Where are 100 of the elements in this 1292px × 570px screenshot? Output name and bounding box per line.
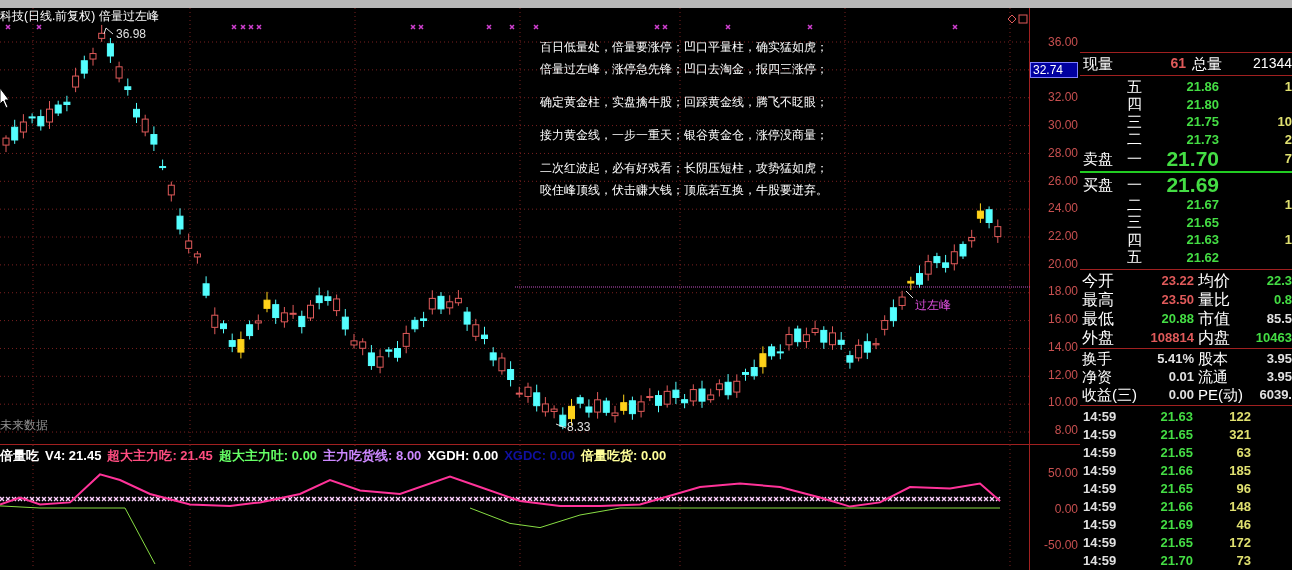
stat-label: 流通	[1198, 368, 1228, 386]
tick-time: 14:59	[1083, 444, 1118, 463]
indicator-legend: 超大主力吃: 21.45	[107, 448, 213, 463]
stat-value: 22.3	[1266, 271, 1292, 290]
tick-volume: 63	[1235, 444, 1251, 463]
indicator-legend: XGDC: 0.00	[504, 448, 575, 463]
tick-price: 21.70	[1159, 552, 1193, 570]
stat-value: 5.41%	[1156, 350, 1194, 369]
order-price: 21.73	[1185, 130, 1219, 149]
stat-label: 均价	[1198, 271, 1230, 290]
tick-time: 14:59	[1083, 426, 1118, 445]
stat-value: 20.88	[1160, 309, 1194, 328]
indicator-legend: 倍量吃货: 0.00	[581, 448, 667, 463]
stat-label: 收益(三)	[1082, 386, 1138, 404]
high-price-label: 36.98	[116, 27, 147, 41]
order-price: 21.80	[1185, 95, 1219, 114]
tick-volume: 46	[1235, 516, 1251, 535]
indicator-axis-label: -50.00	[1043, 538, 1078, 552]
stat-value: 23.50	[1160, 290, 1194, 309]
order-level: 二	[1127, 131, 1143, 148]
price-axis-label: 32.00	[1047, 90, 1078, 105]
total-volume-value: 21344	[1253, 54, 1292, 74]
total-volume-label: 总量	[1192, 53, 1222, 74]
price-axis-label: 14.00	[1047, 339, 1078, 354]
order-price: 21.70	[1165, 148, 1219, 170]
verse-line: 接力黄金线，一步一重天；银谷黄金仓，涨停没商量；	[540, 128, 828, 142]
tick-price: 21.65	[1159, 426, 1193, 445]
tick-price: 21.69	[1159, 516, 1193, 535]
order-volume: 7	[1284, 150, 1292, 169]
stat-value: 3.95	[1266, 368, 1292, 387]
price-axis-label: 12.00	[1047, 367, 1078, 382]
volume-value: 61	[1169, 54, 1186, 74]
order-price: 21.65	[1185, 213, 1219, 232]
chart-title: 科技(日线.前复权) 倍量过左峰	[0, 8, 159, 24]
indicator-legend: 超大主力吐: 0.00	[218, 448, 318, 463]
stat-value: 6039.	[1259, 386, 1292, 405]
tick-time: 14:59	[1083, 552, 1118, 570]
order-level: 二	[1127, 196, 1143, 213]
verse-line: 咬住峰顶线，伏击赚大钱；顶底若互换，牛股要迸弃。	[540, 183, 828, 197]
stat-label: 股本	[1198, 350, 1228, 368]
order-price: 21.62	[1185, 248, 1219, 267]
stat-label: 最高	[1082, 290, 1115, 309]
stat-label: PE(动)	[1198, 386, 1243, 404]
order-volume: 10	[1277, 113, 1292, 131]
price-axis-label: 22.00	[1047, 229, 1078, 243]
indicator-axis-label: 50.00	[1047, 466, 1078, 480]
order-volume: 1	[1284, 231, 1292, 249]
tick-price: 21.66	[1159, 498, 1193, 517]
tick-price: 21.65	[1159, 534, 1193, 553]
indicator-axis-label: 0.00	[1054, 502, 1078, 516]
price-axis-label: 26.00	[1047, 173, 1078, 188]
stat-value: 10463	[1255, 328, 1292, 347]
price-axis-label: 8.00	[1054, 423, 1078, 438]
tick-volume: 321	[1228, 426, 1251, 445]
tick-volume: 172	[1228, 534, 1251, 553]
verse-line: 二次红波起，必有好戏看；长阴压短柱，攻势猛如虎；	[540, 161, 828, 175]
stat-value: 0.00	[1167, 386, 1194, 405]
order-price: 21.69	[1165, 174, 1219, 196]
tick-time: 14:59	[1083, 408, 1118, 427]
price-axis-label: 20.00	[1047, 256, 1078, 271]
tick-time: 14:59	[1083, 516, 1118, 535]
tick-volume: 96	[1235, 480, 1251, 499]
stat-label: 最低	[1082, 309, 1115, 328]
price-axis-label: 24.00	[1047, 201, 1078, 216]
indicator-legend: 主力吃货线: 8.00	[323, 448, 422, 463]
low-price-label: 8.33	[567, 420, 591, 434]
order-side-label: 买盘	[1083, 175, 1113, 193]
tick-price: 21.65	[1159, 480, 1193, 499]
tick-volume: 73	[1235, 552, 1251, 570]
order-level: 一	[1127, 177, 1143, 193]
cursor-price-badge: 32.74	[1030, 61, 1078, 78]
panel-controls-icon	[1007, 14, 1028, 24]
order-price: 21.75	[1185, 113, 1219, 131]
stat-label: 净资	[1082, 368, 1113, 386]
tick-volume: 122	[1228, 408, 1251, 427]
stat-label: 换手	[1082, 350, 1113, 368]
verse-line: 倍量过左峰，涨停急先锋；凹口去淘金，报四三涨停；	[540, 62, 828, 76]
stat-value: 3.95	[1266, 350, 1292, 369]
tick-volume: 185	[1228, 462, 1251, 481]
price-axis-label: 10.00	[1047, 395, 1078, 410]
order-side-label: 卖盘	[1083, 149, 1113, 167]
order-price: 21.63	[1185, 231, 1219, 249]
stat-value: 23.22	[1160, 271, 1194, 290]
leader-line	[905, 290, 914, 299]
stat-value: 0.01	[1167, 368, 1194, 387]
price-axis-label: 16.00	[1047, 312, 1078, 327]
order-price: 21.86	[1185, 78, 1219, 96]
stat-label: 今开	[1082, 271, 1115, 290]
leader-line	[103, 27, 114, 35]
tick-time: 14:59	[1083, 462, 1118, 481]
stat-value: 108814	[1149, 328, 1194, 347]
order-volume: 1	[1284, 78, 1292, 96]
order-level: 一	[1127, 151, 1143, 167]
stat-label: 量比	[1198, 290, 1230, 309]
indicator-legend: V4: 21.45	[45, 448, 102, 463]
tick-time: 14:59	[1083, 534, 1118, 553]
footer-note: 未来数据	[0, 418, 48, 432]
order-level: 四	[1127, 231, 1143, 248]
order-level: 五	[1127, 249, 1143, 266]
indicator-legend: 倍量吃	[0, 448, 39, 463]
